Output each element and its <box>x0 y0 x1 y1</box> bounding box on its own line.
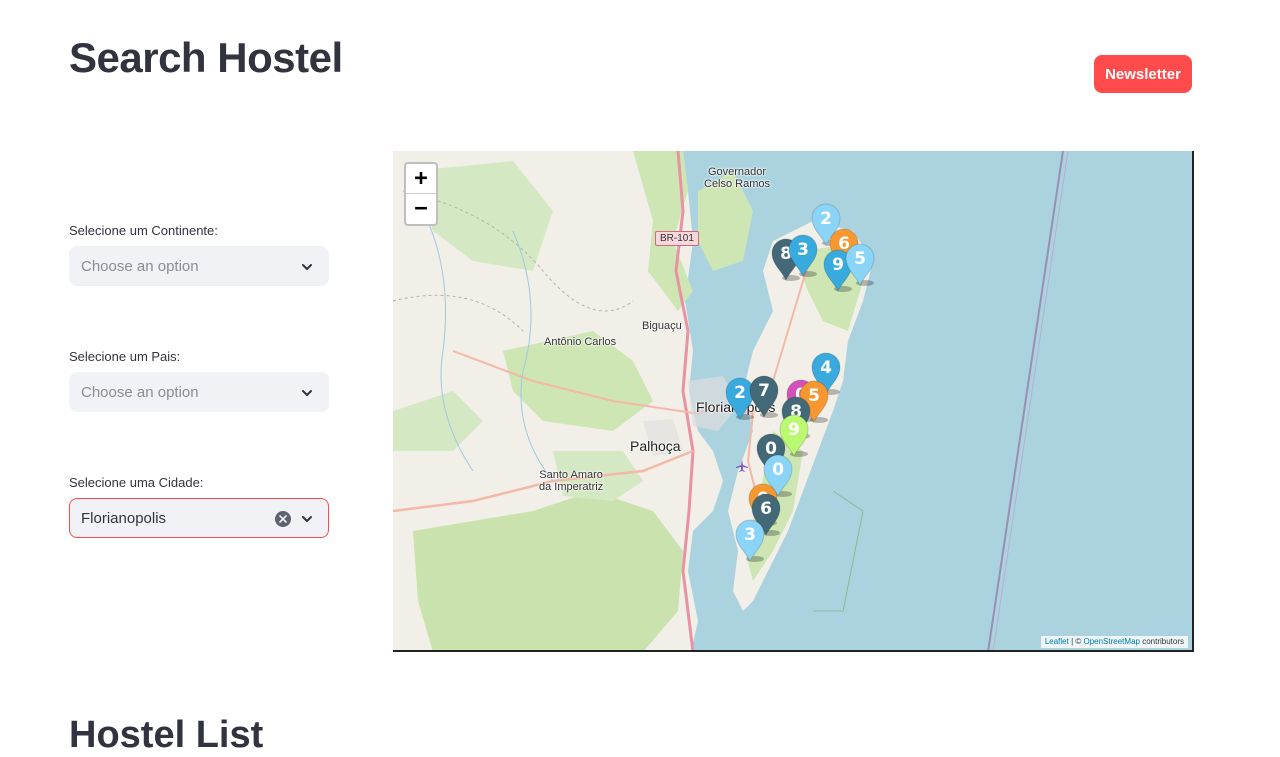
marker-label: 9 <box>788 420 800 440</box>
clear-icon[interactable] <box>275 511 291 527</box>
marker-label: 5 <box>854 249 866 269</box>
country-placeholder: Choose an option <box>81 383 199 401</box>
place-palhoca: Palhoça <box>630 438 681 454</box>
marker-label: 3 <box>744 525 756 545</box>
city-label: Selecione uma Cidade: <box>69 475 204 490</box>
marker-label: 7 <box>758 381 770 401</box>
airport-icon <box>736 460 748 472</box>
chevron-down-icon[interactable] <box>300 512 314 526</box>
road-shield-br101: BR-101 <box>655 231 699 246</box>
leaflet-link[interactable]: Leaflet <box>1045 637 1069 646</box>
osm-link[interactable]: OpenStreetMap <box>1083 637 1139 646</box>
place-antonio-carlos: Antônio Carlos <box>544 336 617 348</box>
hostel-marker[interactable]: 3 <box>733 517 767 563</box>
attribution-separator: | © <box>1068 637 1084 646</box>
place-santo-amaro: Santo Amaro da Imperatriz <box>539 469 604 493</box>
continent-placeholder: Choose an option <box>81 257 199 275</box>
chevron-down-icon[interactable] <box>300 386 314 400</box>
marker-label: 3 <box>797 240 809 260</box>
zoom-out-button[interactable]: − <box>406 194 436 224</box>
chevron-down-icon[interactable] <box>300 260 314 274</box>
section-title-hostel-list: Hostel List <box>69 714 264 756</box>
hostel-marker[interactable]: 7 <box>747 373 781 419</box>
hostel-marker[interactable]: 3 <box>786 232 820 278</box>
city-value: Florianopolis <box>81 509 167 527</box>
country-select[interactable]: Choose an option <box>69 372 329 412</box>
marker-label: 2 <box>734 383 746 403</box>
map-attribution: Leaflet | © OpenStreetMap contributors <box>1040 636 1188 648</box>
zoom-control: + − <box>404 162 438 226</box>
continent-select[interactable]: Choose an option <box>69 246 329 286</box>
continent-label: Selecione um Continente: <box>69 223 218 238</box>
marker-label: 6 <box>760 499 772 519</box>
marker-label: 0 <box>772 460 784 480</box>
country-label: Selecione um Pais: <box>69 349 181 364</box>
place-biguacu: Biguaçu <box>642 320 682 332</box>
city-select[interactable]: Florianopolis <box>69 498 329 538</box>
place-governador: Governador Celso Ramos <box>704 166 771 190</box>
page-title: Search Hostel <box>69 34 343 81</box>
hostel-map[interactable]: Governador Celso Ramos BR-101 Biguaçu Ant… <box>393 151 1194 652</box>
marker-label: 4 <box>820 358 832 378</box>
attribution-contributors: contributors <box>1139 637 1184 646</box>
newsletter-button[interactable]: Newsletter <box>1094 55 1192 93</box>
zoom-in-button[interactable]: + <box>406 164 436 194</box>
hostel-marker[interactable]: 5 <box>843 241 877 287</box>
